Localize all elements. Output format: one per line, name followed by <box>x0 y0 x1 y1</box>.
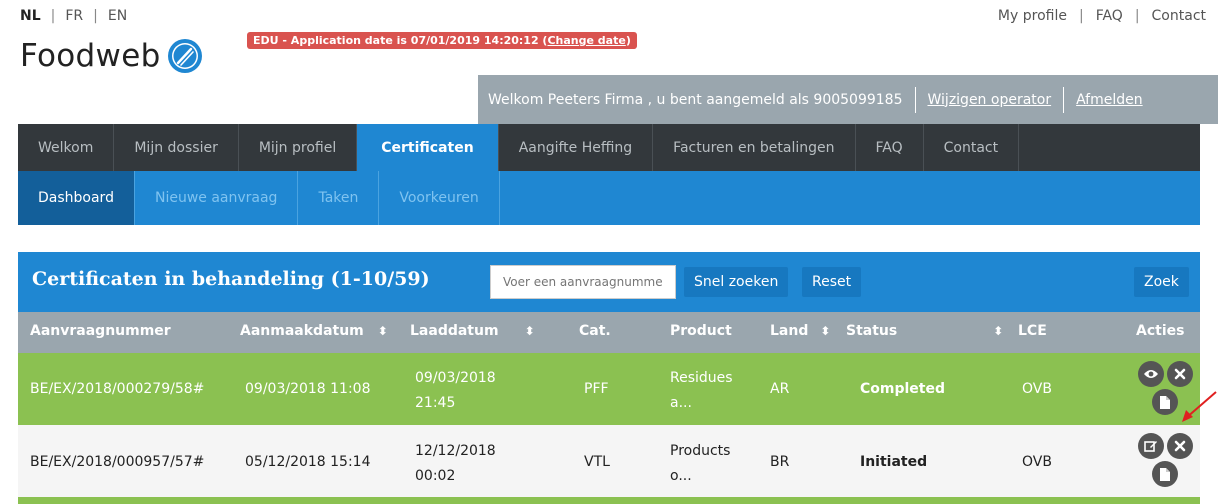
sort-icon[interactable]: ⬍ <box>820 324 830 338</box>
foodweb-logo[interactable]: Foodweb <box>20 38 203 74</box>
sub-navigation: Dashboard Nieuwe aanvraag Taken Voorkeur… <box>18 171 1200 225</box>
table-row[interactable]: BE/EX/2018/000957/57# 05/12/2018 15:14 1… <box>18 425 1200 497</box>
language-nl[interactable]: NL <box>20 8 41 24</box>
cell-product-line2: a... <box>670 395 692 411</box>
column-header-laaddatum[interactable]: Laaddatum ⬍ <box>410 323 535 339</box>
table-row[interactable] <box>18 497 1200 504</box>
sort-icon[interactable]: ⬍ <box>993 324 1003 338</box>
separator: | <box>1078 8 1084 24</box>
delete-action[interactable] <box>1167 361 1193 387</box>
column-label: Status <box>846 323 898 339</box>
column-header-aanvraagnummer[interactable]: Aanvraagnummer <box>30 323 171 339</box>
divider <box>1063 86 1065 113</box>
cell-aanmaakdatum: 09/03/2018 11:08 <box>245 381 371 397</box>
column-header-cat[interactable]: Cat. <box>579 323 611 339</box>
cell-land: AR <box>770 381 790 397</box>
cell-aanvraagnummer[interactable]: BE/EX/2018/000279/58# <box>30 378 204 400</box>
separator: | <box>50 8 56 24</box>
edit-action[interactable] <box>1138 433 1164 459</box>
contact-link[interactable]: Contact <box>1152 8 1206 24</box>
cell-product-line1: Residues <box>670 370 733 386</box>
cell-laaddatum-time: 21:45 <box>415 395 456 411</box>
nav-contact[interactable]: Contact <box>924 124 1020 171</box>
search-input[interactable] <box>490 265 676 299</box>
nav-facturen-en-betalingen[interactable]: Facturen en betalingen <box>653 124 856 171</box>
welcome-message: Welkom Peeters Firma , u bent aangemeld … <box>488 91 903 108</box>
column-label: Aanmaakdatum <box>240 323 364 339</box>
table-row[interactable]: BE/EX/2018/000279/58# 09/03/2018 11:08 0… <box>18 353 1200 425</box>
cell-cat: VTL <box>584 454 610 470</box>
separator: | <box>93 8 98 24</box>
my-profile-link[interactable]: My profile <box>998 8 1067 24</box>
subnav-nieuwe-aanvraag[interactable]: Nieuwe aanvraag <box>135 171 299 225</box>
edu-application-date-banner: EDU - Application date is 07/01/2019 14:… <box>247 32 637 49</box>
delete-action[interactable] <box>1167 433 1193 459</box>
cell-land: BR <box>770 454 790 470</box>
panel-title: Certificaten in behandeling (1-10/59) <box>32 268 430 290</box>
cell-laaddatum-time: 00:02 <box>415 468 456 484</box>
subnav-dashboard[interactable]: Dashboard <box>18 171 135 225</box>
document-icon <box>1160 467 1170 481</box>
document-action[interactable] <box>1152 461 1178 487</box>
logout-link[interactable]: Afmelden <box>1076 92 1143 108</box>
nav-faq[interactable]: FAQ <box>856 124 924 171</box>
cell-status: Completed <box>860 381 946 397</box>
cell-lce: OVB <box>1022 381 1052 397</box>
banner-close-paren: ) <box>625 34 631 47</box>
search-button[interactable]: Zoek <box>1134 267 1189 297</box>
column-header-aanmaakdatum[interactable]: Aanmaakdatum ⬍ <box>240 323 388 339</box>
top-links: My profile | FAQ | Contact <box>998 8 1206 24</box>
nav-welkom[interactable]: Welkom <box>18 124 115 171</box>
cell-aanmaakdatum: 05/12/2018 15:14 <box>245 454 371 470</box>
cell-product-line2: o... <box>670 468 692 484</box>
certificates-panel-header: Certificaten in behandeling (1-10/59) Sn… <box>18 252 1200 312</box>
subnav-voorkeuren[interactable]: Voorkeuren <box>379 171 500 225</box>
welcome-bar: Welkom Peeters Firma , u bent aangemeld … <box>478 75 1218 124</box>
red-arrow-annotation <box>1182 391 1217 422</box>
cell-laaddatum-date: 09/03/2018 <box>415 370 496 386</box>
cell-status: Initiated <box>860 454 928 470</box>
document-action[interactable] <box>1152 389 1178 415</box>
separator: | <box>1134 8 1140 24</box>
subnav-taken[interactable]: Taken <box>298 171 380 225</box>
nav-mijn-profiel[interactable]: Mijn profiel <box>239 124 358 171</box>
language-switcher: NL | FR | EN <box>20 8 127 24</box>
cell-aanvraagnummer[interactable]: BE/EX/2018/000957/57# <box>30 451 204 473</box>
main-navigation: Welkom Mijn dossier Mijn profiel Certifi… <box>18 124 1200 171</box>
column-label: Land <box>770 323 809 339</box>
change-operator-link[interactable]: Wijzigen operator <box>928 92 1052 108</box>
cell-cat: PFF <box>584 381 609 397</box>
sort-icon[interactable]: ⬍ <box>378 324 388 338</box>
column-header-lce[interactable]: LCE <box>1018 323 1047 339</box>
column-header-status[interactable]: Status ⬍ <box>846 323 1003 339</box>
close-icon <box>1174 440 1186 452</box>
fork-knife-icon <box>167 39 202 73</box>
column-header-land[interactable]: Land ⬍ <box>770 323 830 339</box>
table-header: Aanvraagnummer Aanmaakdatum ⬍ Laaddatum ⬍ … <box>18 312 1200 353</box>
divider <box>914 86 916 113</box>
logo-text: Foodweb <box>20 38 161 74</box>
close-icon <box>1174 368 1186 380</box>
column-header-acties: Acties <box>1136 323 1185 339</box>
cell-product-line1: Products <box>670 443 731 459</box>
reset-button[interactable]: Reset <box>802 267 862 297</box>
nav-aangifte-heffing[interactable]: Aangifte Heffing <box>499 124 654 171</box>
language-fr[interactable]: FR <box>65 8 83 24</box>
eye-icon <box>1144 370 1158 378</box>
column-header-product[interactable]: Product <box>670 323 732 339</box>
edit-icon <box>1144 441 1157 452</box>
quick-search-button[interactable]: Snel zoeken <box>684 267 789 297</box>
nav-certificaten[interactable]: Certificaten <box>357 124 499 171</box>
cell-laaddatum-date: 12/12/2018 <box>415 443 496 459</box>
column-label: Laaddatum <box>410 323 499 339</box>
language-en[interactable]: EN <box>108 8 127 24</box>
cell-lce: OVB <box>1022 454 1052 470</box>
banner-text: EDU - Application date is 07/01/2019 14:… <box>253 34 548 47</box>
faq-link[interactable]: FAQ <box>1096 8 1123 24</box>
change-date-link[interactable]: Change date <box>547 34 625 47</box>
sort-icon[interactable]: ⬍ <box>525 324 535 338</box>
document-icon <box>1160 395 1170 409</box>
view-action[interactable] <box>1138 361 1164 387</box>
nav-mijn-dossier[interactable]: Mijn dossier <box>114 124 239 171</box>
